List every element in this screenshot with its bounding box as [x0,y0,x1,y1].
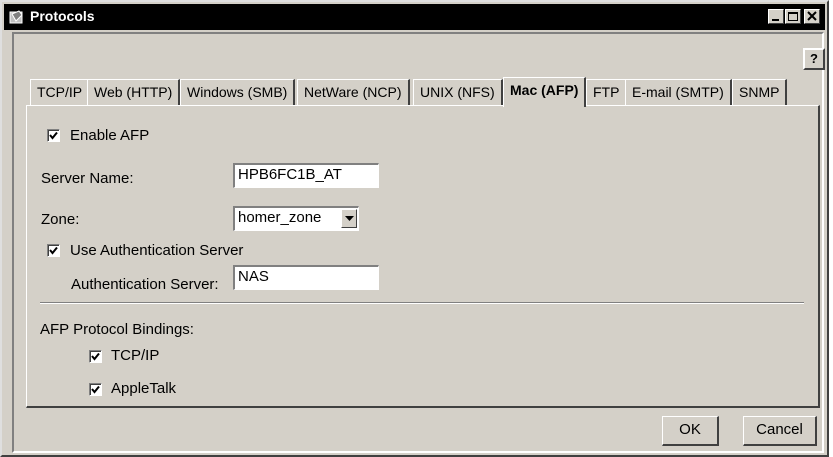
minimize-button[interactable] [768,9,784,24]
server-name-input[interactable]: HPB6FC1B_AT [233,163,379,188]
zone-select[interactable]: homer_zone [233,206,359,231]
help-button[interactable]: ? [803,48,825,70]
tab-netware[interactable]: NetWare (NCP) [297,79,410,105]
zone-select-value: homer_zone [238,209,322,226]
dropdown-button[interactable] [341,209,357,228]
title-bar[interactable]: Protocols [4,4,825,30]
checkmark-icon [49,246,58,255]
binding-tcpip-label: TCP/IP [111,347,160,364]
use-auth-server-checkbox[interactable] [47,244,60,257]
auth-server-label: Authentication Server: [71,276,219,293]
tab-email[interactable]: E-mail (SMTP) [625,79,732,105]
separator [40,302,804,304]
window-title: Protocols [30,8,95,24]
checkmark-icon [91,385,100,394]
cancel-button[interactable]: Cancel [743,416,817,446]
bindings-label: AFP Protocol Bindings: [40,321,194,338]
tab-snmp[interactable]: SNMP [732,79,788,105]
ok-button[interactable]: OK [662,416,719,446]
server-name-label: Server Name: [41,170,134,187]
tab-unix[interactable]: UNIX (NFS) [413,79,503,105]
minimize-icon [772,19,779,21]
tab-mac-afp[interactable]: Mac (AFP) [503,77,587,107]
checkmark-icon [49,131,58,140]
auth-server-input[interactable]: NAS [233,265,379,290]
close-button[interactable] [804,9,820,24]
chevron-down-icon [345,216,354,221]
binding-appletalk-checkbox[interactable] [89,383,102,396]
close-icon [807,11,817,21]
enable-afp-label: Enable AFP [70,127,150,144]
enable-afp-checkbox[interactable] [47,129,60,142]
app-icon [9,10,23,24]
use-auth-server-label: Use Authentication Server [70,242,244,259]
tab-tcpip[interactable]: TCP/IP [30,79,91,105]
maximize-button[interactable] [785,9,801,24]
zone-label: Zone: [41,211,80,228]
tab-windows[interactable]: Windows (SMB) [180,79,296,105]
checkmark-icon [91,352,100,361]
tab-web[interactable]: Web (HTTP) [87,79,181,105]
tab-ftp[interactable]: FTP [586,79,628,105]
binding-appletalk-label: AppleTalk [111,380,177,397]
binding-tcpip-checkbox[interactable] [89,350,102,363]
maximize-icon [788,12,798,21]
